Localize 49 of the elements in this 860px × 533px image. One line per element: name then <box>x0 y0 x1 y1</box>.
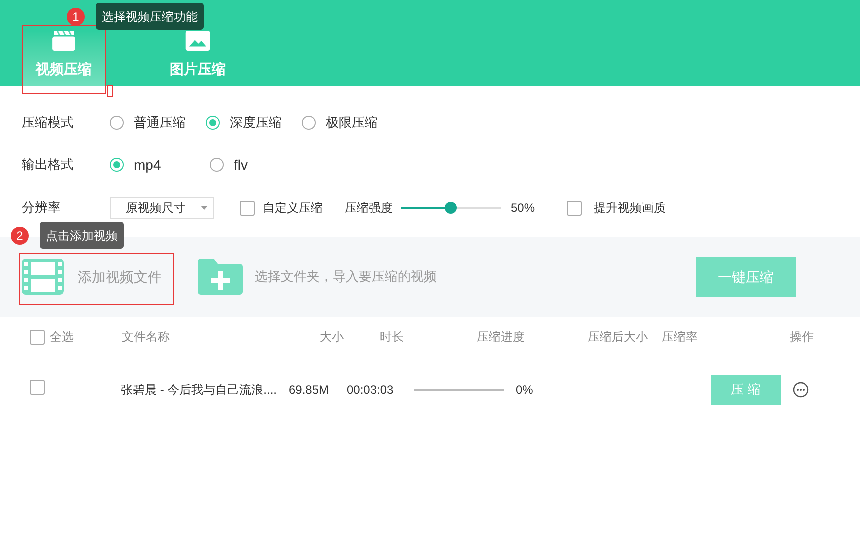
tooltip: 选择视频压缩功能 <box>96 3 204 30</box>
film-icon <box>22 259 64 295</box>
option-label: 压缩模式 <box>22 114 75 132</box>
table-cell-text: 00:03:03 <box>347 382 395 399</box>
checkbox-label: 自定义压缩 <box>263 200 323 217</box>
column-header: 操作 <box>789 329 814 346</box>
checkbox[interactable] <box>30 380 45 395</box>
table-cell-text: 0% <box>516 382 534 399</box>
checkbox[interactable] <box>30 330 45 344</box>
add-video-button[interactable]: 添加视频文件 <box>22 259 162 295</box>
column-header: 压缩进度 <box>476 329 526 346</box>
slider-value: 50% <box>511 200 536 217</box>
radio-button[interactable] <box>302 116 316 130</box>
checkbox[interactable] <box>567 200 582 216</box>
radio-button[interactable] <box>110 158 124 172</box>
compress-all-button[interactable]: 一键压缩 <box>696 257 796 297</box>
radio-label: flv <box>234 156 248 174</box>
table-cell-text: 69.85M <box>289 382 330 399</box>
column-header: 压缩率 <box>661 329 699 346</box>
radio-label: 普通压缩 <box>134 114 186 132</box>
column-header: 压缩后大小 <box>587 329 648 346</box>
column-header: 文件名称 <box>122 329 171 346</box>
caret-icon <box>201 206 208 210</box>
resolution-dropdown[interactable]: 原视频尺寸 <box>110 197 214 219</box>
table-cell-text: 张碧晨 - 今后我与自己流浪.... <box>121 382 278 399</box>
step-badge: 2 <box>11 227 29 245</box>
option-label: 分辨率 <box>22 199 62 218</box>
folder-plus-icon <box>198 259 243 295</box>
radio-label: 深度压缩 <box>230 114 282 132</box>
add-folder-button[interactable]: 选择文件夹，导入要压缩的视频 <box>198 259 696 295</box>
tab[interactable]: 视频压缩 <box>22 31 106 86</box>
compress-button[interactable]: 压 缩 <box>711 375 781 405</box>
radio-label: mp4 <box>134 156 162 175</box>
radio-label: 极限压缩 <box>326 114 378 132</box>
radio-button[interactable] <box>210 158 224 172</box>
slider-label: 压缩强度 <box>345 200 393 217</box>
checkbox-label: 提升视频画质 <box>594 200 666 217</box>
tab[interactable]: 图片压缩 <box>156 31 240 86</box>
slider-thumb[interactable] <box>445 202 457 214</box>
radio-button[interactable] <box>110 116 124 130</box>
radio-button[interactable] <box>206 116 220 130</box>
column-header: 时长 <box>379 329 405 346</box>
option-label: 输出格式 <box>22 156 75 174</box>
more-icon[interactable] <box>793 382 809 398</box>
select-all-label: 全选 <box>50 329 74 346</box>
tooltip: 点击添加视频 <box>40 222 124 249</box>
checkbox[interactable] <box>240 200 255 216</box>
slider-track[interactable] <box>401 202 501 214</box>
column-header: 大小 <box>319 329 345 346</box>
